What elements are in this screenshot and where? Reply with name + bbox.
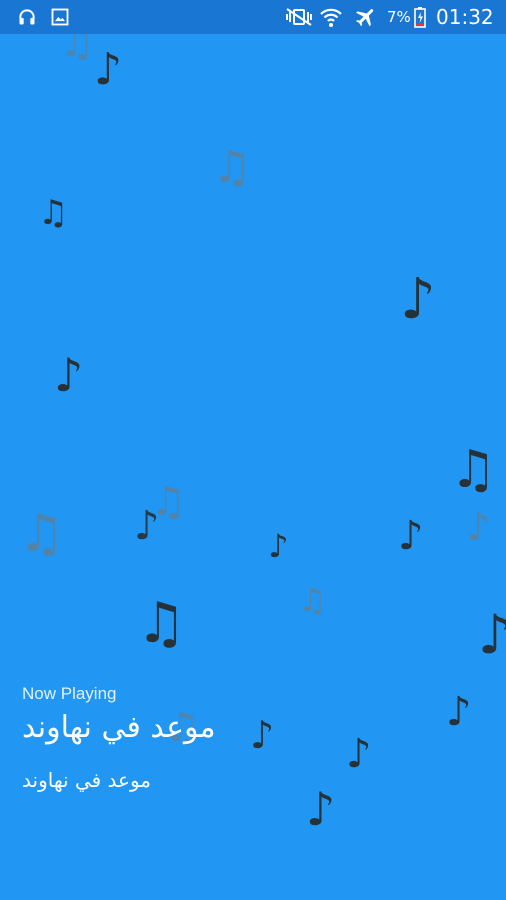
status-bar: 7% 01:32 — [0, 0, 506, 34]
beamed-notes-icon: ♫ — [60, 34, 95, 65]
beamed-notes-icon: ♫ — [136, 591, 187, 656]
battery-percent: 7% — [387, 8, 411, 26]
clock: 01:32 — [436, 5, 494, 29]
beamed-notes-icon: ♫ — [18, 504, 65, 564]
eighth-note-icon: ♪ — [466, 505, 491, 549]
image-icon — [48, 0, 72, 34]
eighth-note-icon: ♪ — [306, 782, 336, 836]
vibrate-off-icon — [282, 0, 316, 34]
track-artist: موعد في نهاوند — [22, 768, 152, 792]
beamed-notes-icon: ♫ — [298, 581, 327, 619]
headphones-icon — [14, 0, 40, 34]
beamed-notes-icon: ♫ — [212, 142, 252, 193]
now-playing-label: Now Playing — [22, 684, 117, 703]
eighth-note-icon: ♪ — [398, 513, 424, 559]
beamed-notes-icon: ♫ — [38, 193, 69, 233]
eighth-note-icon: ♪ — [54, 348, 84, 402]
wifi-icon — [318, 0, 344, 34]
eighth-note-icon: ♪ — [446, 689, 472, 735]
beamed-notes-icon: ♫ — [450, 440, 497, 500]
eighth-note-icon: ♪ — [400, 267, 436, 332]
battery-charging-icon — [412, 0, 428, 34]
eighth-note-icon: ♪ — [268, 527, 289, 565]
eighth-note-icon: ♪ — [478, 603, 506, 666]
eighth-note-icon: ♪ — [250, 713, 275, 757]
eighth-note-icon: ♪ — [94, 44, 123, 95]
eighth-note-icon: ♪ — [134, 503, 160, 549]
track-title: موعد في نهاوند — [22, 710, 216, 745]
airplane-icon — [352, 0, 380, 34]
eighth-note-icon: ♪ — [346, 731, 372, 777]
